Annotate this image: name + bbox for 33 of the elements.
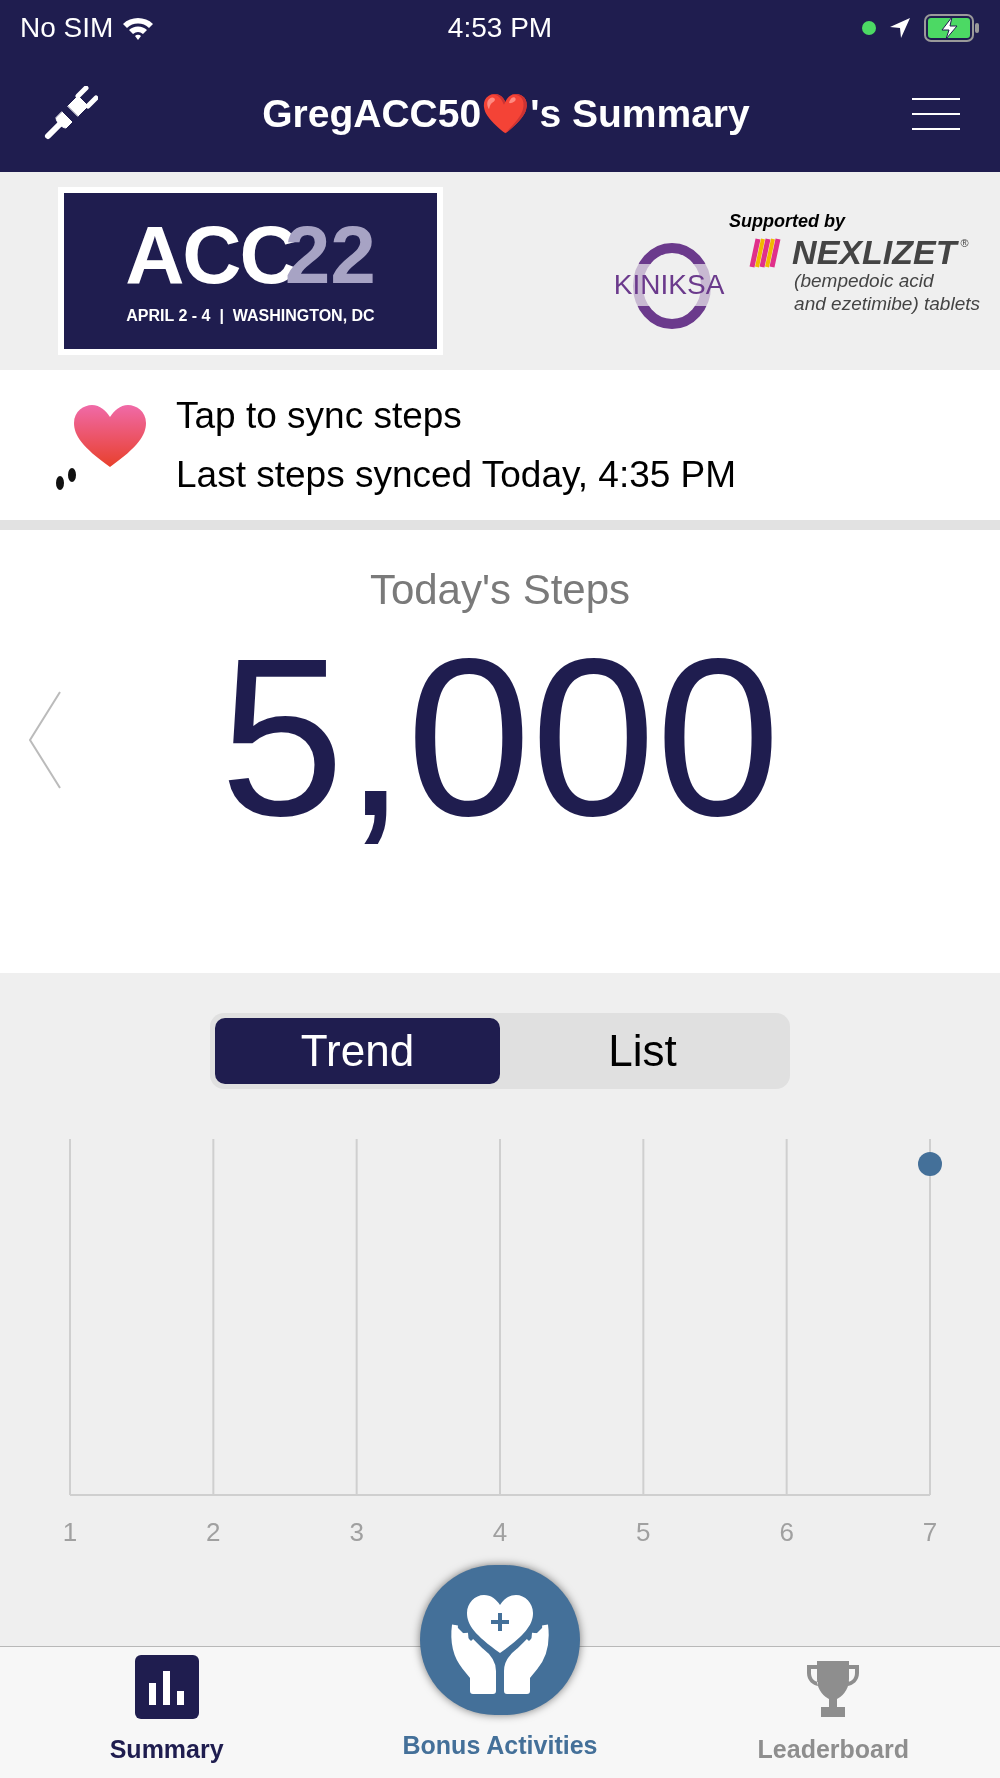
carrier-text: No SIM xyxy=(20,11,114,45)
plug-icon xyxy=(42,86,98,142)
bar-chart-icon xyxy=(134,1654,199,1719)
sync-action-text: Tap to sync steps xyxy=(176,393,463,438)
x-tick-label: 1 xyxy=(62,1517,78,1547)
chevron-left-icon xyxy=(26,690,62,790)
logo-subtitle: APRIL 2 - 4 | WASHINGTON, DC xyxy=(126,306,375,326)
x-tick-label: 4 xyxy=(492,1517,508,1547)
supported-by-text: Supported by xyxy=(729,209,846,233)
segment-tab[interactable]: List xyxy=(500,1018,785,1084)
registered-mark: ® xyxy=(960,235,969,251)
screen-title: GregACC50❤'s Summary xyxy=(261,90,751,137)
kiniksa-logo-text: KINIKSA xyxy=(613,263,725,306)
last-synced-text: Last steps synced Today, 4:35 PM xyxy=(176,453,737,497)
data-point xyxy=(918,1152,942,1176)
x-tick-label: 2 xyxy=(206,1517,221,1547)
steps-count: 5,000 xyxy=(219,625,781,849)
drug-name-line: (bempedoic acid xyxy=(794,268,935,293)
clock-text: 4:53 PM xyxy=(447,11,553,45)
x-tick-label: 3 xyxy=(349,1517,364,1547)
tab-bar-item[interactable]: Summary xyxy=(0,1647,334,1778)
sync-steps-button[interactable]: Tap to sync steps Last steps synced Today, 4:35 PM xyxy=(0,370,1000,530)
location-arrow-icon xyxy=(888,16,912,40)
x-tick-label: 5 xyxy=(636,1517,651,1547)
steps-label: Today's Steps xyxy=(369,565,631,615)
wifi-icon xyxy=(121,15,156,41)
tab-bar-item[interactable]: Bonus Activities xyxy=(333,1565,667,1778)
segment-tab[interactable]: Trend xyxy=(215,1018,500,1084)
x-tick-label: 7 xyxy=(922,1517,938,1547)
x-tick-label: 6 xyxy=(779,1517,794,1547)
battery-icon xyxy=(924,14,980,42)
drug-name-line: and ezetimibe) tablets xyxy=(794,292,980,316)
nexlizet-logo-text: NEXLIZET xyxy=(792,234,957,269)
